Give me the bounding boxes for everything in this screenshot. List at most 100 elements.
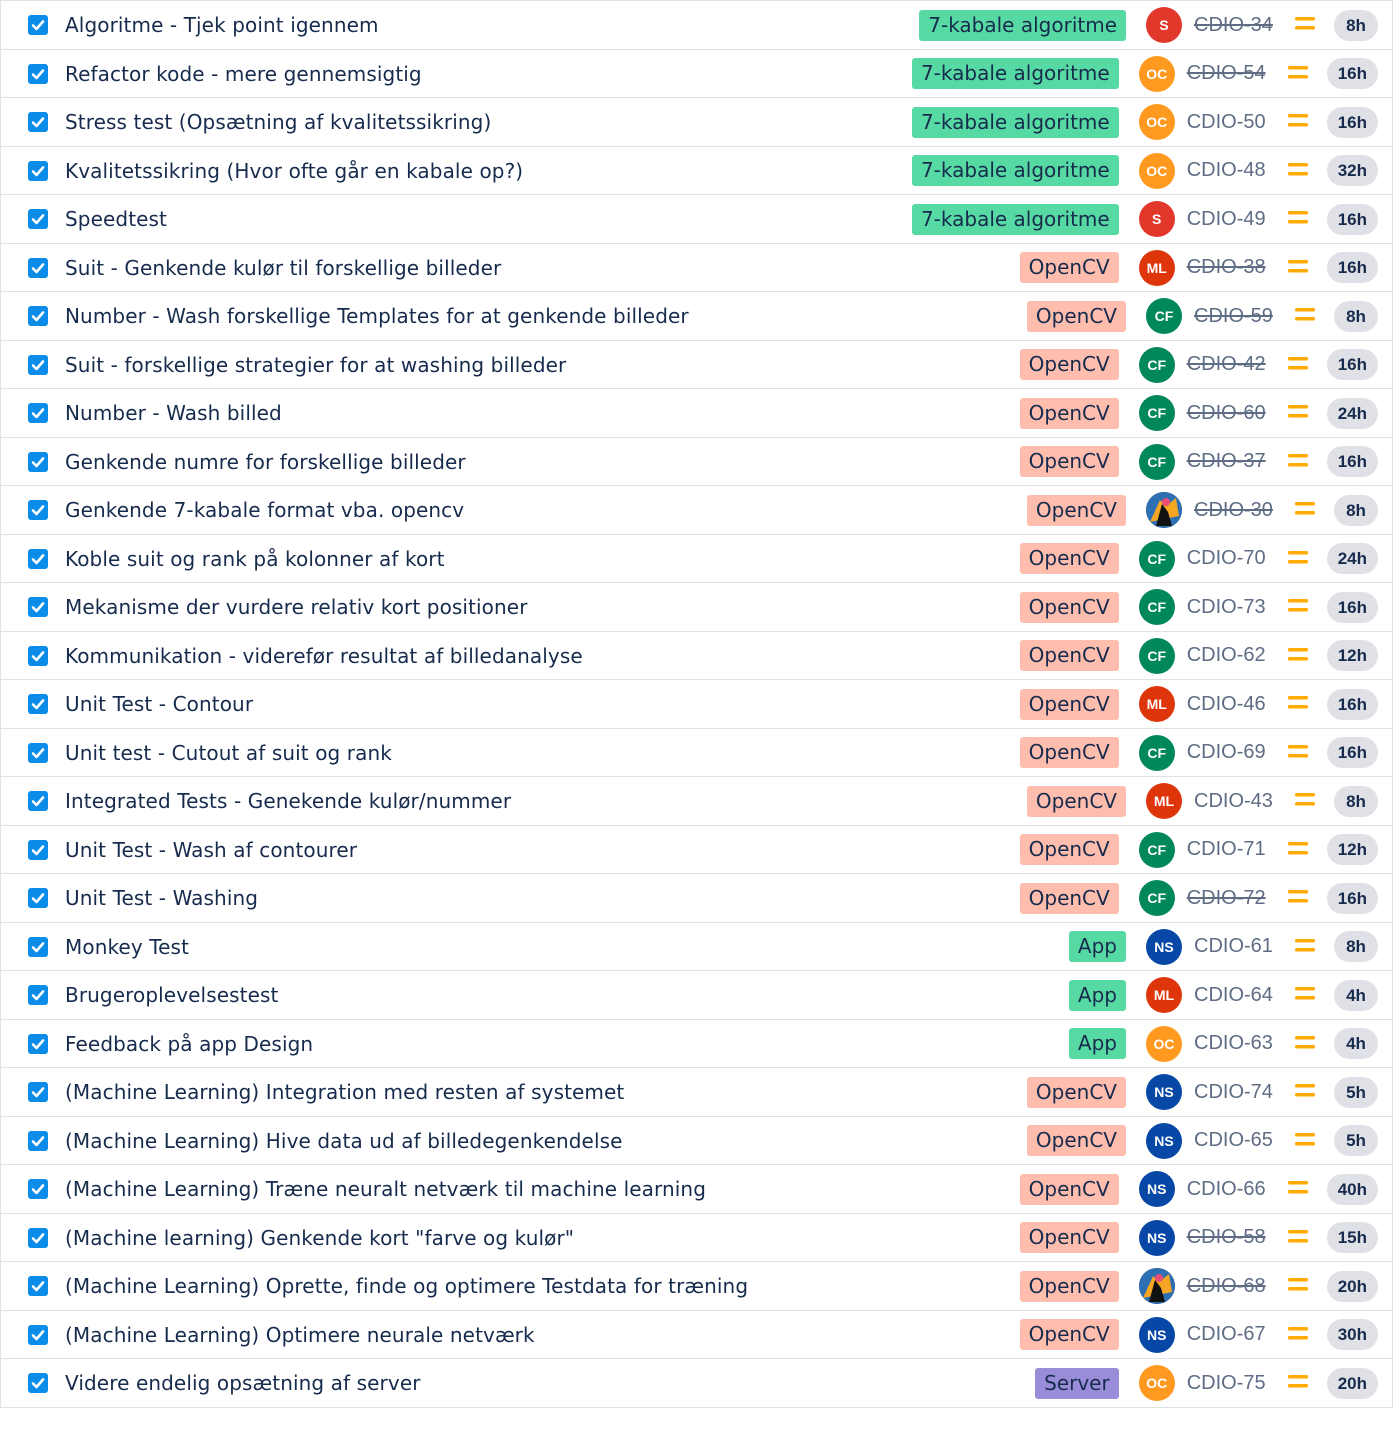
assignee-avatar[interactable]: CF [1138, 831, 1175, 868]
done-checkbox-icon[interactable] [28, 597, 48, 617]
epic-label[interactable]: OpenCV [1026, 1076, 1126, 1108]
issue-summary[interactable]: Feedback på app Design [65, 1020, 313, 1068]
epic-label[interactable]: OpenCV [1019, 640, 1119, 671]
done-checkbox-icon[interactable] [28, 500, 48, 520]
issue-row[interactable]: Suit - forskellige strategier for at was… [0, 340, 1393, 389]
issue-summary[interactable]: Integrated Tests - Genekende kulør/numme… [65, 777, 511, 825]
done-checkbox-icon[interactable] [28, 1179, 48, 1199]
assignee-avatar[interactable]: S [1146, 7, 1182, 43]
done-checkbox-icon[interactable] [28, 1082, 48, 1102]
issue-summary[interactable]: Kvalitetssikring (Hvor ofte går en kabal… [65, 147, 523, 195]
done-checkbox-icon[interactable] [28, 1227, 48, 1248]
issue-row[interactable]: (Machine Learning) Træne neuralt netværk… [0, 1165, 1393, 1214]
done-checkbox-icon[interactable] [28, 451, 48, 472]
assignee-avatar[interactable]: CF [1138, 346, 1175, 383]
assignee-avatar[interactable]: OC [1146, 1025, 1182, 1062]
epic-label[interactable]: OpenCV [1019, 349, 1119, 380]
epic-label[interactable]: App [1068, 979, 1126, 1011]
done-checkbox-icon[interactable] [28, 1276, 48, 1296]
issue-summary[interactable]: Stress test (Opsætning af kvalitetssikri… [65, 98, 491, 146]
issue-key[interactable]: CDIO-72 [1187, 887, 1271, 910]
issue-key[interactable]: CDIO-43 [1194, 790, 1278, 813]
issue-row[interactable]: Monkey Test App NS CDIO-61 8h [0, 922, 1393, 971]
issue-key[interactable]: CDIO-59 [1194, 305, 1278, 328]
issue-row[interactable]: Genkende 7-kabale format vba. opencv Ope… [0, 486, 1393, 535]
assignee-avatar[interactable]: OC [1138, 1365, 1175, 1401]
issue-key[interactable]: CDIO-46 [1187, 693, 1271, 716]
epic-label[interactable]: OpenCV [1026, 494, 1126, 526]
assignee-avatar[interactable]: CF [1138, 443, 1175, 480]
issue-row[interactable]: Number - Wash billed OpenCV CF CDIO-60 2… [0, 389, 1393, 438]
issue-row[interactable]: Unit Test - Wash af contourer OpenCV CF … [0, 825, 1393, 874]
issue-row[interactable]: (Machine Learning) Hive data ud af bille… [0, 1116, 1393, 1165]
assignee-avatar[interactable]: NS [1138, 1316, 1175, 1353]
issue-key[interactable]: CDIO-37 [1187, 450, 1271, 473]
issue-key[interactable]: CDIO-61 [1194, 935, 1278, 958]
issue-key[interactable]: CDIO-73 [1187, 596, 1271, 619]
issue-summary[interactable]: Unit Test - Washing [65, 874, 258, 922]
epic-label[interactable]: OpenCV [1019, 737, 1119, 768]
epic-label[interactable]: Server [1035, 1367, 1119, 1399]
done-checkbox-icon[interactable] [28, 1130, 48, 1151]
issue-key[interactable]: CDIO-70 [1187, 547, 1271, 570]
assignee-avatar[interactable]: CF [1138, 880, 1175, 916]
assignee-avatar[interactable]: NS [1146, 928, 1182, 965]
done-checkbox-icon[interactable] [28, 209, 48, 229]
assignee-avatar[interactable]: CF [1138, 589, 1175, 625]
epic-label[interactable]: OpenCV [1019, 1270, 1119, 1302]
issue-row[interactable]: Algoritme - Tjek point igennem 7-kabale … [0, 1, 1393, 50]
issue-summary[interactable]: Brugeroplevelsestest [65, 971, 278, 1019]
issue-row[interactable]: (Machine learning) Genkende kort "farve … [0, 1213, 1393, 1262]
issue-row[interactable]: Unit Test - Washing OpenCV CF CDIO-72 16… [0, 874, 1393, 923]
issue-row[interactable]: Refactor kode - mere gennemsigtig 7-kaba… [0, 49, 1393, 98]
epic-label[interactable]: OpenCV [1019, 543, 1119, 574]
done-checkbox-icon[interactable] [28, 306, 48, 326]
issue-key[interactable]: CDIO-67 [1187, 1323, 1271, 1346]
issue-row[interactable]: Videre endelig opsætning af server Serve… [0, 1359, 1393, 1408]
done-checkbox-icon[interactable] [28, 742, 48, 763]
epic-label[interactable]: 7-kabale algoritme [911, 203, 1119, 235]
issue-key[interactable]: CDIO-38 [1187, 256, 1271, 279]
issue-row[interactable]: Feedback på app Design App OC CDIO-63 4h [0, 1019, 1393, 1068]
issue-summary[interactable]: (Machine learning) Genkende kort "farve … [65, 1214, 574, 1262]
issue-row[interactable]: Stress test (Opsætning af kvalitetssikri… [0, 98, 1393, 147]
issue-key[interactable]: CDIO-66 [1187, 1178, 1271, 1201]
done-checkbox-icon[interactable] [28, 694, 48, 714]
issue-key[interactable]: CDIO-58 [1187, 1226, 1271, 1249]
done-checkbox-icon[interactable] [28, 257, 48, 278]
assignee-avatar[interactable]: CF [1138, 540, 1175, 577]
assignee-avatar[interactable]: ML [1138, 686, 1175, 722]
issue-key[interactable]: CDIO-63 [1194, 1032, 1278, 1055]
epic-label[interactable]: 7-kabale algoritme [919, 9, 1126, 41]
epic-label[interactable]: OpenCV [1026, 785, 1126, 817]
assignee-avatar[interactable]: CF [1138, 637, 1175, 674]
issue-row[interactable]: (Machine Learning) Oprette, finde og opt… [0, 1262, 1393, 1311]
epic-label[interactable]: OpenCV [1019, 1319, 1119, 1350]
epic-label[interactable]: 7-kabale algoritme [911, 58, 1119, 89]
epic-label[interactable]: 7-kabale algoritme [911, 155, 1119, 186]
issue-key[interactable]: CDIO-34 [1194, 14, 1278, 37]
issue-summary[interactable]: Unit Test - Contour [65, 680, 253, 728]
issue-key[interactable]: CDIO-50 [1187, 111, 1271, 134]
epic-label[interactable]: OpenCV [1019, 1222, 1119, 1253]
done-checkbox-icon[interactable] [28, 839, 48, 860]
assignee-avatar[interactable]: ML [1146, 783, 1182, 819]
issue-summary[interactable]: Number - Wash billed [65, 389, 282, 437]
issue-summary[interactable]: Videre endelig opsætning af server [65, 1359, 421, 1407]
done-checkbox-icon[interactable] [28, 791, 48, 811]
issue-summary[interactable]: (Machine Learning) Integration med reste… [65, 1068, 624, 1116]
done-checkbox-icon[interactable] [28, 403, 48, 423]
issue-summary[interactable]: Speedtest [65, 195, 167, 243]
assignee-avatar[interactable]: OC [1138, 152, 1175, 189]
issue-summary[interactable]: Refactor kode - mere gennemsigtig [65, 50, 422, 98]
assignee-avatar[interactable]: ML [1138, 249, 1175, 286]
assignee-avatar[interactable]: S [1138, 201, 1175, 237]
issue-row[interactable]: Kvalitetssikring (Hvor ofte går en kabal… [0, 146, 1393, 195]
issue-summary[interactable]: Monkey Test [65, 923, 189, 971]
issue-key[interactable]: CDIO-71 [1187, 838, 1271, 861]
done-checkbox-icon[interactable] [28, 936, 48, 957]
issue-summary[interactable]: Mekanisme der vurdere relativ kort posit… [65, 583, 528, 631]
issue-summary[interactable]: Algoritme - Tjek point igennem [65, 1, 379, 49]
done-checkbox-icon[interactable] [28, 1373, 48, 1393]
issue-summary[interactable]: Koble suit og rank på kolonner af kort [65, 535, 445, 583]
